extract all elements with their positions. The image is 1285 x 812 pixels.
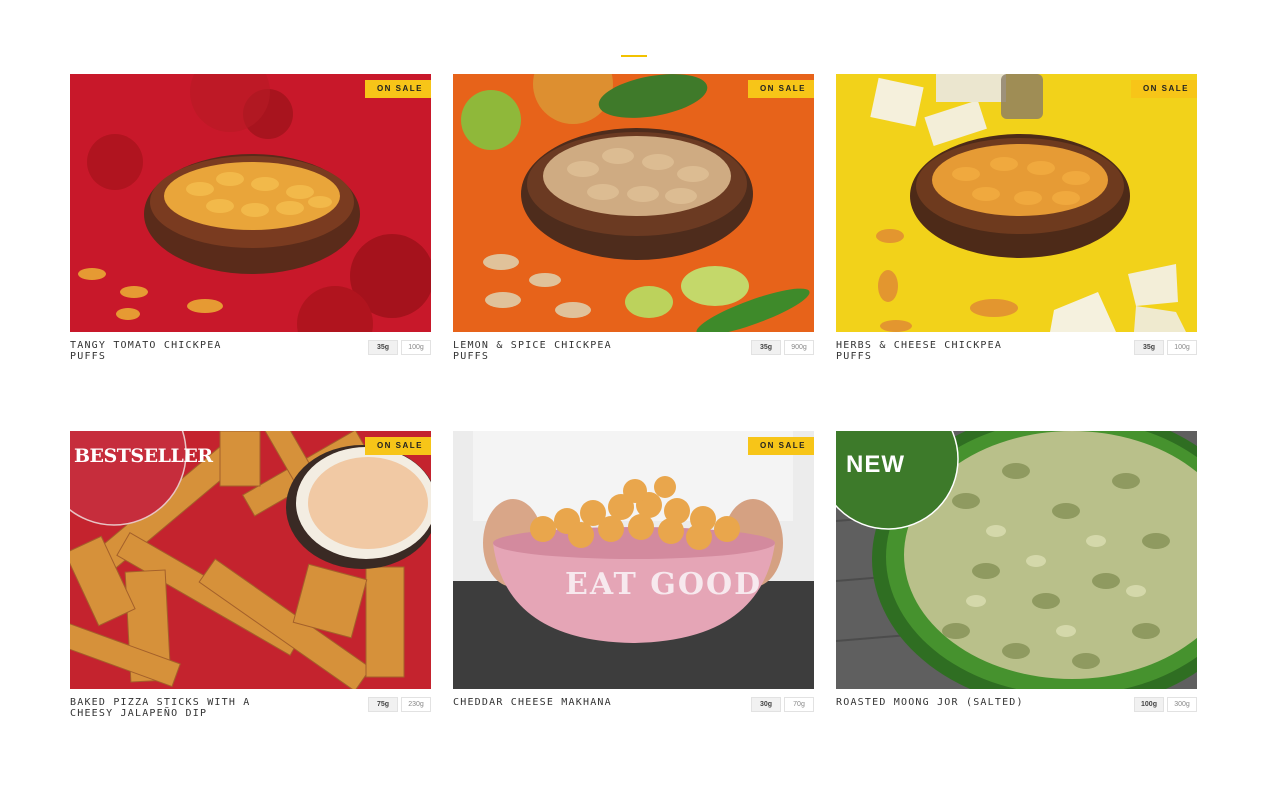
size-selector: 30g 70g [751,697,814,712]
product-image[interactable]: ON SALE [453,74,814,332]
product-info: TANGY TOMATO CHICKPEA PUFFS 35g 100g [70,332,431,362]
product-title[interactable]: BAKED PIZZA STICKS WITH A CHEESY JALAPEÑ… [70,697,260,719]
product-image[interactable]: EAT GOOD ON SALE [453,431,814,689]
size-option[interactable]: 900g [784,340,814,355]
product-card[interactable]: NEW ROASTED MOONG JOR (SALTED) 100g 300g [836,431,1197,788]
product-title[interactable]: LEMON & SPICE CHICKPEA PUFFS [453,340,643,362]
new-label: NEW [846,451,905,478]
product-info: BAKED PIZZA STICKS WITH A CHEESY JALAPEÑ… [70,689,431,719]
product-card[interactable]: ON SALE LEMON & SPICE CHICKPEA PUFFS 35g… [453,74,814,431]
size-option[interactable]: 100g [1167,340,1197,355]
product-title[interactable]: ROASTED MOONG JOR (SALTED) [836,697,1056,708]
product-title[interactable]: HERBS & CHEESE CHICKPEA PUFFS [836,340,1026,362]
size-selector: 35g 100g [1134,340,1197,355]
size-selector: 75g 230g [368,697,431,712]
size-option[interactable]: 75g [368,697,398,712]
on-sale-badge: ON SALE [747,80,814,98]
product-title[interactable]: CHEDDAR CHEESE MAKHANA [453,697,643,708]
product-info: LEMON & SPICE CHICKPEA PUFFS 35g 900g [453,332,814,362]
size-option[interactable]: 35g [1134,340,1164,355]
product-image[interactable]: NEW [836,431,1197,689]
size-option[interactable]: 35g [368,340,398,355]
product-image[interactable]: ON SALE [836,74,1197,332]
size-selector: 100g 300g [1134,697,1197,712]
size-option[interactable]: 30g [751,697,781,712]
size-selector: 35g 900g [751,340,814,355]
makhana-bowl-photo [453,431,814,689]
tomato-puffs-photo [70,74,431,332]
product-info: HERBS & CHEESE CHICKPEA PUFFS 35g 100g [836,332,1197,362]
bowl-print-text: EAT GOOD [565,567,763,602]
product-card[interactable]: ON SALE HERBS & CHEESE CHICKPEA PUFFS 35… [836,74,1197,431]
size-selector: 35g 100g [368,340,431,355]
on-sale-badge: ON SALE [747,437,814,455]
size-option[interactable]: 35g [751,340,781,355]
section-accent-line [621,55,647,57]
lemon-puffs-photo [453,74,814,332]
on-sale-badge: ON SALE [364,80,431,98]
pizza-sticks-photo [70,431,431,689]
product-info: CHEDDAR CHEESE MAKHANA 30g 70g [453,689,814,712]
product-card[interactable]: ON SALE TANGY TOMATO CHICKPEA PUFFS 35g … [70,74,431,431]
size-option[interactable]: 300g [1167,697,1197,712]
bestseller-label: BESTSELLER [74,445,213,467]
product-image[interactable]: BESTSELLER ON SALE [70,431,431,689]
product-info: ROASTED MOONG JOR (SALTED) 100g 300g [836,689,1197,712]
size-option[interactable]: 230g [401,697,431,712]
product-card[interactable]: EAT GOOD ON SALE CHEDDAR CHEESE MAKHANA … [453,431,814,788]
product-card[interactable]: BESTSELLER ON SALE BAKED PIZZA STICKS WI… [70,431,431,788]
product-grid: ON SALE TANGY TOMATO CHICKPEA PUFFS 35g … [70,74,1197,788]
product-title[interactable]: TANGY TOMATO CHICKPEA PUFFS [70,340,260,362]
size-option[interactable]: 70g [784,697,814,712]
product-image[interactable]: ON SALE [70,74,431,332]
on-sale-badge: ON SALE [1130,80,1197,98]
herbs-cheese-puffs-photo [836,74,1197,332]
size-option[interactable]: 100g [401,340,431,355]
on-sale-badge: ON SALE [364,437,431,455]
size-option[interactable]: 100g [1134,697,1164,712]
